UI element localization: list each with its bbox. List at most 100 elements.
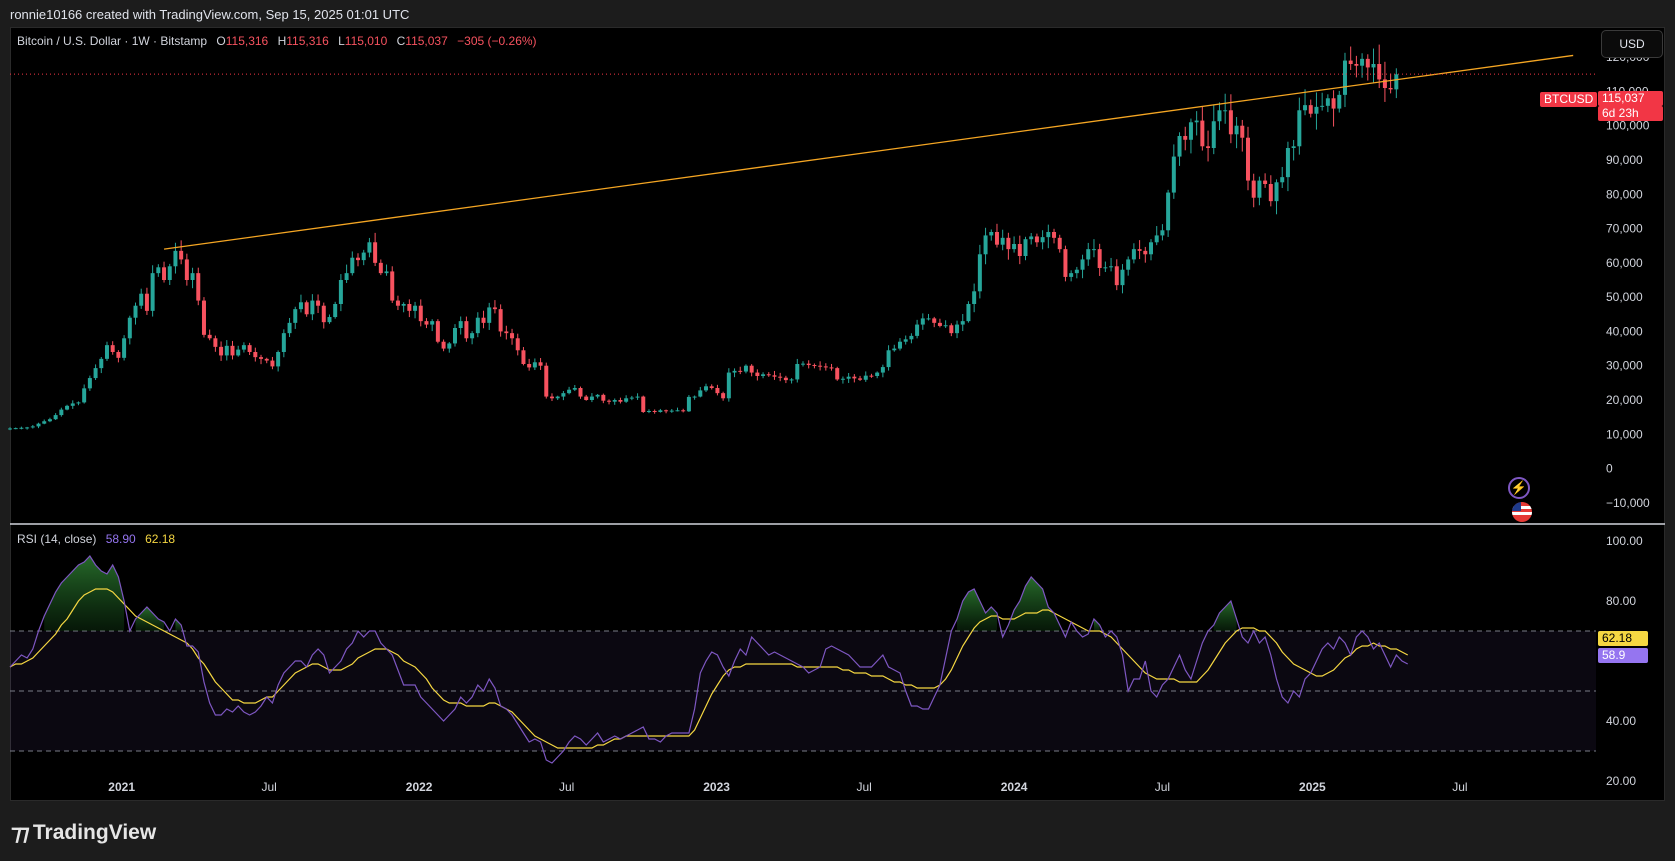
candle	[686, 396, 691, 412]
low-value: 115,010	[344, 34, 388, 48]
candle	[1126, 259, 1131, 270]
candle	[1160, 230, 1165, 236]
candle	[1103, 267, 1108, 269]
candle	[943, 325, 948, 327]
price-pane[interactable]	[8, 44, 1596, 431]
candle	[304, 302, 309, 315]
candle	[293, 309, 298, 323]
candle	[219, 346, 224, 356]
candle	[1223, 110, 1228, 112]
rsi-ma-tag: 62.18	[1598, 631, 1648, 646]
candle	[692, 396, 697, 398]
currency-button[interactable]: USD	[1601, 30, 1663, 58]
candle	[87, 378, 92, 389]
candle	[1388, 88, 1393, 90]
symbol-title[interactable]: Bitcoin / U.S. Dollar · 1W · Bitstamp	[17, 34, 207, 48]
time-axis-tick: Jul	[856, 780, 871, 794]
rsi-legend: RSI (14, close) 58.90 62.18	[17, 532, 175, 546]
lightning-icon[interactable]: ⚡	[1508, 477, 1530, 499]
candle	[1257, 180, 1262, 198]
candle	[184, 259, 189, 280]
candle	[333, 304, 338, 318]
candle	[1308, 105, 1313, 114]
candle	[70, 403, 75, 406]
candle	[1069, 273, 1074, 277]
candle	[584, 396, 589, 400]
candle	[390, 271, 395, 301]
candle	[994, 232, 999, 245]
candle	[715, 388, 720, 394]
rsi-pane[interactable]	[9, 555, 1596, 764]
candle	[795, 364, 800, 380]
candle	[1228, 110, 1233, 135]
candle	[287, 322, 292, 334]
candle	[1057, 237, 1062, 250]
candle	[259, 357, 264, 359]
candle	[1166, 192, 1171, 231]
candle	[772, 375, 777, 377]
candle	[601, 394, 606, 401]
rsi-overbought-fill	[1008, 577, 1060, 631]
high-value: 115,316	[286, 34, 329, 48]
candle	[960, 321, 965, 325]
price-axis-tick: 60,000	[1606, 256, 1643, 270]
candle	[424, 321, 429, 325]
candle	[1188, 122, 1193, 140]
candle	[104, 345, 109, 359]
candle	[447, 343, 452, 349]
candle	[1337, 94, 1342, 109]
candle	[1325, 98, 1330, 106]
candle	[1120, 269, 1125, 286]
candle	[116, 352, 121, 358]
candle	[612, 400, 617, 402]
candle	[1017, 244, 1022, 256]
rsi-overbought-fill	[1093, 619, 1100, 631]
candle	[76, 402, 81, 404]
candle	[241, 345, 246, 350]
candle	[544, 365, 549, 397]
candle	[1377, 64, 1382, 80]
open-label: O	[216, 34, 226, 48]
candle	[470, 333, 475, 339]
symbol-tag: BTCUSD	[1540, 92, 1598, 107]
open-value: 115,316	[225, 34, 269, 48]
brand-name: TradingView	[32, 821, 157, 844]
candle	[532, 362, 537, 368]
candle	[595, 394, 600, 397]
candle	[698, 390, 703, 397]
rsi-axis-tick: 80.00	[1606, 594, 1636, 608]
candle	[915, 324, 920, 336]
rsi-title[interactable]: RSI (14, close)	[17, 532, 96, 546]
us-flag-icon[interactable]	[1512, 502, 1532, 522]
candle	[521, 350, 526, 364]
candle	[721, 393, 726, 399]
candle	[749, 365, 754, 373]
price-axis-tick: 80,000	[1606, 187, 1643, 201]
candle	[310, 300, 315, 315]
rsi-ma-value: 62.18	[145, 532, 176, 546]
candle	[36, 423, 41, 427]
price-chart[interactable]: 120,000110,000100,00090,00080,00070,0006…	[0, 0, 1675, 861]
candle	[127, 317, 132, 339]
candle	[578, 388, 583, 397]
price-axis-tick: 20,000	[1606, 393, 1643, 407]
candle	[139, 293, 144, 306]
candle	[1012, 244, 1017, 250]
price-axis-tick: 30,000	[1606, 359, 1643, 373]
candle	[818, 365, 823, 367]
candle	[1171, 156, 1176, 193]
candle	[1365, 58, 1370, 68]
candle	[384, 271, 389, 274]
candle	[47, 419, 52, 422]
candle	[658, 410, 663, 412]
candle	[669, 410, 674, 412]
candle	[1052, 232, 1057, 238]
candle	[213, 338, 218, 347]
candle	[1342, 60, 1347, 95]
candle	[338, 280, 343, 304]
footer-brand[interactable]: ⁊⁊ TradingView	[11, 820, 156, 846]
candle	[201, 300, 206, 335]
rsi-axis-tick: 40.00	[1606, 714, 1636, 728]
candle	[755, 372, 760, 376]
candle	[732, 370, 737, 373]
